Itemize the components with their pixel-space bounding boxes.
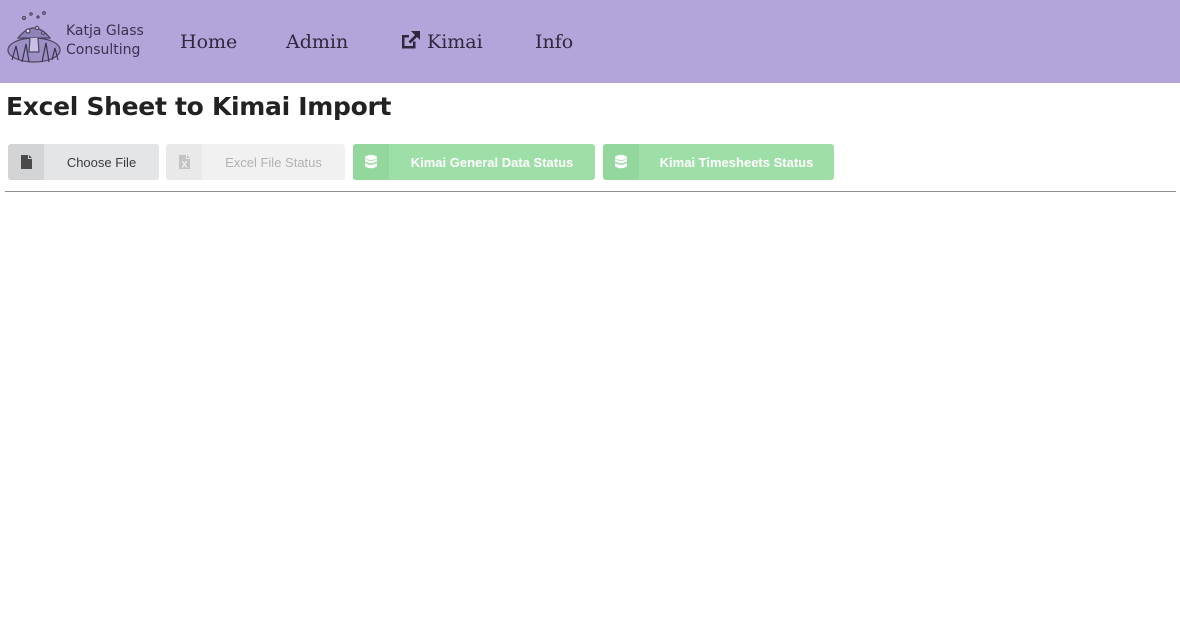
excel-file-status-label: Excel File Status — [225, 154, 322, 170]
brand-line-2: Consulting — [66, 42, 141, 58]
kimai-general-data-status-label: Kimai General Data Status — [410, 154, 574, 170]
nav-kimai[interactable]: Kimai — [399, 29, 483, 57]
divider — [5, 191, 1176, 192]
brand-name: Katja Glass Consulting — [66, 22, 144, 60]
brand[interactable]: Katja Glass Consulting — [4, 10, 154, 68]
top-navbar: Katja Glass Consulting Home Admin Kimai … — [0, 0, 1180, 83]
nav-kimai-label: Kimai — [427, 31, 483, 53]
nav-home[interactable]: Home — [180, 29, 237, 57]
excel-file-status-button: Excel File Status — [166, 144, 345, 180]
database-icon — [603, 144, 639, 180]
kimai-general-data-status-button[interactable]: Kimai General Data Status — [353, 144, 595, 180]
external-link-icon — [402, 31, 420, 49]
database-icon — [353, 144, 389, 180]
kimai-timesheets-status-button[interactable]: Kimai Timesheets Status — [603, 144, 834, 180]
mushroom-logo — [7, 11, 61, 63]
nav-info[interactable]: Info — [535, 29, 573, 57]
kimai-timesheets-status-label: Kimai Timesheets Status — [659, 154, 814, 170]
choose-file-button[interactable]: Choose File — [8, 144, 159, 180]
choose-file-label: Choose File — [66, 154, 137, 170]
page-title: Excel Sheet to Kimai Import — [6, 92, 392, 121]
file-excel-icon — [166, 144, 202, 180]
brand-line-1: Katja Glass — [66, 23, 144, 39]
nav-admin[interactable]: Admin — [286, 29, 348, 57]
file-icon — [8, 144, 44, 180]
